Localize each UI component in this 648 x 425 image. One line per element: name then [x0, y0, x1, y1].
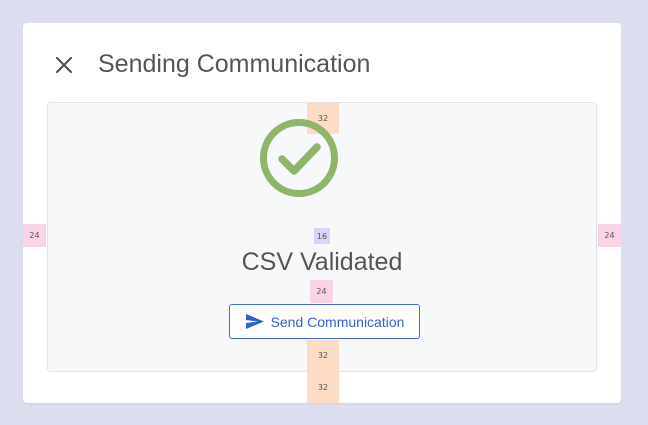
send-button-label: Send Communication [270, 313, 405, 330]
spacing-marker-left: 24 [23, 224, 46, 247]
close-icon [55, 56, 73, 74]
spacing-marker-text-gap: 24 [310, 280, 333, 303]
spacing-marker-bottom-outer: 32 [307, 372, 339, 403]
spacing-marker-right: 24 [598, 224, 621, 247]
send-icon [245, 314, 264, 329]
dialog-title: Sending Communication [98, 50, 371, 78]
spacing-marker-icon-gap: 16 [314, 228, 330, 244]
status-message: CSV Validated [241, 248, 403, 276]
close-button[interactable] [49, 50, 79, 80]
send-communication-button[interactable]: Send Communication [229, 304, 420, 339]
spacing-marker-bottom-inner: 32 [307, 340, 339, 371]
check-circle-icon [260, 119, 338, 197]
